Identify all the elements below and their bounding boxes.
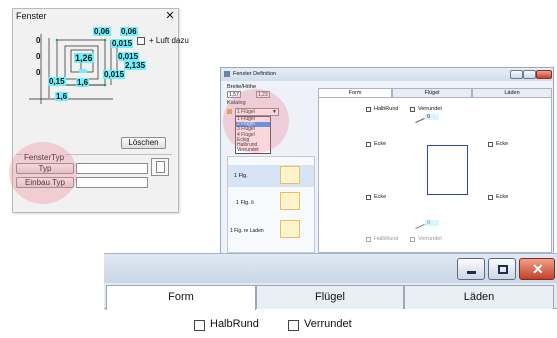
dim-left-0b: 0 [36, 52, 41, 61]
tab-laeden[interactable]: Läden [472, 88, 552, 97]
dim-top-2: 0,06 [120, 27, 138, 36]
zoom-title-bar: ✕ [104, 253, 557, 283]
dim-top-1: 0,06 [93, 27, 111, 36]
panel-title: Fenster [16, 11, 47, 21]
value-bottom[interactable]: 0 [425, 220, 439, 226]
highlight-circle [223, 89, 289, 153]
minimize-icon[interactable] [510, 70, 523, 79]
window-title: Fenster Definition [233, 71, 277, 77]
minimize-icon[interactable] [457, 258, 485, 280]
loeschen-button[interactable]: Löschen [121, 137, 166, 149]
window-thumbnail [280, 220, 300, 238]
tab-fluegel[interactable]: Flügel [256, 285, 404, 309]
maximize-icon[interactable] [523, 70, 536, 79]
verrundet-label-disabled: Verrundet [418, 236, 442, 242]
halbrund-checkbox[interactable] [366, 107, 371, 112]
close-icon[interactable] [536, 70, 552, 79]
tab-form[interactable]: Form [106, 285, 256, 310]
window-thumbnail [280, 166, 300, 184]
luft-label: + Luft dazu [149, 36, 189, 45]
halbrund-checkbox-disabled[interactable] [366, 237, 371, 242]
window-dimension-diagram: 0,06 0,06 + Luft dazu 0 0 0 0,015 1,26 0… [21, 26, 189, 111]
list-item[interactable]: 1 Flg. re Laden [228, 219, 314, 241]
app-icon [224, 71, 230, 77]
list-item-label: 1 Flg. [234, 173, 248, 179]
list-item[interactable]: 1 Flg. [228, 165, 314, 187]
dim-width-inner: 1,26 [74, 53, 94, 63]
einbau-typ-input[interactable] [76, 177, 148, 188]
typ-input[interactable] [76, 163, 148, 174]
slider-line[interactable] [415, 117, 425, 124]
verrundet-checkbox-disabled[interactable] [410, 237, 415, 242]
ecke-checkbox-br[interactable] [488, 195, 493, 200]
verrundet-label: Verrundet [418, 106, 442, 112]
ecke-label: Ecke [496, 141, 509, 147]
fenster-panel: Fenster ✕ 0,06 0,06 + Luft dazu 0 0 0 0,… [9, 8, 189, 213]
maximize-icon[interactable] [488, 258, 516, 280]
dim-left-0a: 0 [36, 36, 41, 45]
halbrund-checkbox[interactable] [194, 320, 205, 331]
ecke-label: Ecke [374, 141, 387, 147]
verrundet-label: Verrundet [304, 318, 352, 330]
dim-0015-c: 0,015 [103, 70, 126, 79]
ecke-checkbox-tl[interactable] [366, 142, 371, 147]
tab-form[interactable]: Form [318, 88, 392, 97]
typ-preview [151, 158, 169, 176]
window-thumbnail [280, 192, 300, 210]
close-icon[interactable]: ✕ [163, 9, 177, 22]
dim-height: 2,135 [124, 61, 147, 70]
halbrund-label: HalbRund [374, 106, 399, 112]
list-item-label: 1 Flg. re Laden [230, 228, 264, 234]
value-top[interactable]: 0 [425, 114, 439, 120]
verrundet-checkbox[interactable] [288, 320, 299, 331]
dim-0015-b: 0,015 [117, 52, 140, 61]
ecke-label: Ecke [496, 194, 509, 200]
dim-015: 0,15 [48, 77, 66, 86]
dim-0015-a: 0,015 [111, 39, 134, 48]
halbrund-label: HalbRund [210, 318, 259, 330]
slider-line[interactable] [415, 223, 425, 230]
close-icon[interactable]: ✕ [519, 258, 555, 280]
tab-bar: Form Flügel Läden [318, 88, 552, 97]
fenster-definition-window: Fenster Definition Breite/Höhe 1,57 1,23… [220, 67, 554, 255]
dim-16-inner: 1,6 [76, 78, 90, 87]
ecke-checkbox-tr[interactable] [488, 142, 493, 147]
dim-left-0c: 0 [36, 68, 41, 77]
zoom-tab-bar: Form Flügel Läden [104, 283, 557, 310]
zoomed-window: ✕ Form Flügel Läden HalbRund Verrundet [104, 253, 557, 338]
title-bar: Fenster Definition [221, 68, 553, 81]
highlight-circle [9, 142, 77, 204]
halbrund-label-disabled: HalbRund [374, 236, 399, 242]
katalog-list: 1 Flg. 1 Flg. li 1 Flg. re Laden [227, 156, 315, 253]
luft-checkbox[interactable] [137, 37, 145, 45]
list-item[interactable]: 1 Flg. li [228, 191, 314, 213]
window-shape-preview [427, 145, 468, 195]
ecke-checkbox-bl[interactable] [366, 195, 371, 200]
list-item-label: 1 Flg. li [236, 200, 254, 206]
dim-16-outer: 1,6 [55, 92, 69, 101]
verrundet-checkbox[interactable] [410, 107, 415, 112]
tab-fluegel[interactable]: Flügel [392, 88, 472, 97]
form-content: HalbRund Verrundet 0 Ecke Ecke Ecke Ecke… [318, 97, 552, 253]
tab-laeden[interactable]: Läden [404, 285, 554, 309]
ecke-label: Ecke [374, 194, 387, 200]
